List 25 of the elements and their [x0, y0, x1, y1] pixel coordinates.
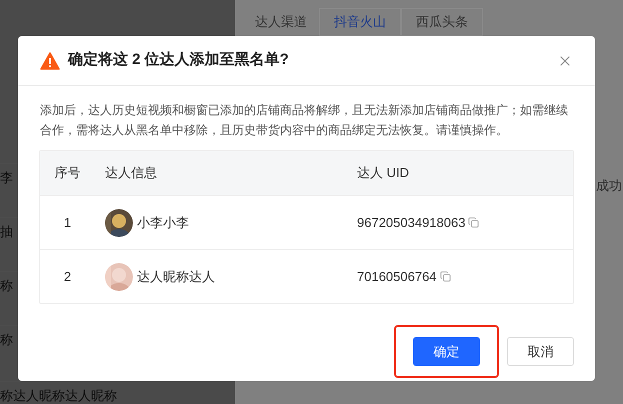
- cancel-button[interactable]: 取消: [507, 337, 574, 366]
- column-header: 达人信息: [104, 164, 158, 182]
- column-header: 达人 UID: [357, 164, 409, 182]
- channel-tab[interactable]: 抖音火山: [319, 8, 401, 36]
- confirm-button[interactable]: 确定: [413, 337, 480, 366]
- channel-tab[interactable]: 西瓜头条: [401, 8, 483, 36]
- dialog-message: 添加后，达人历史短视频和橱窗已添加的店铺商品将解绑，且无法新添加店铺商品做推广；如需继续合作，需将达人从黑名单中移除，且历史带货内容中的商品绑定无法恢复。请谨慎操作。: [39, 102, 569, 139]
- status-text: 成功: [596, 177, 623, 195]
- background-text: 称: [0, 277, 13, 295]
- copy-icon[interactable]: [440, 271, 451, 282]
- table-cell-text: 1: [62, 214, 72, 232]
- copy-icon[interactable]: [468, 217, 480, 228]
- warning-icon: [40, 52, 60, 70]
- background-text: 称: [0, 331, 13, 349]
- table-cell-text: 达人昵称达人: [137, 268, 215, 286]
- channel-label: 达人渠道: [255, 13, 307, 32]
- table-cell-text: 小李小李: [137, 214, 189, 232]
- background-text: 称达人昵称达人昵称: [0, 387, 117, 404]
- table-cell-text: 70160506764: [357, 268, 437, 286]
- dialog-title: 确定将这 2 位达人添加至黑名单?: [68, 50, 290, 70]
- table-cell-text: 967205034918063: [357, 214, 466, 232]
- column-header: 序号: [54, 164, 82, 182]
- table-cell-text: 2: [62, 268, 72, 286]
- background-text: 抽: [0, 223, 13, 241]
- background-text: 李: [0, 169, 13, 187]
